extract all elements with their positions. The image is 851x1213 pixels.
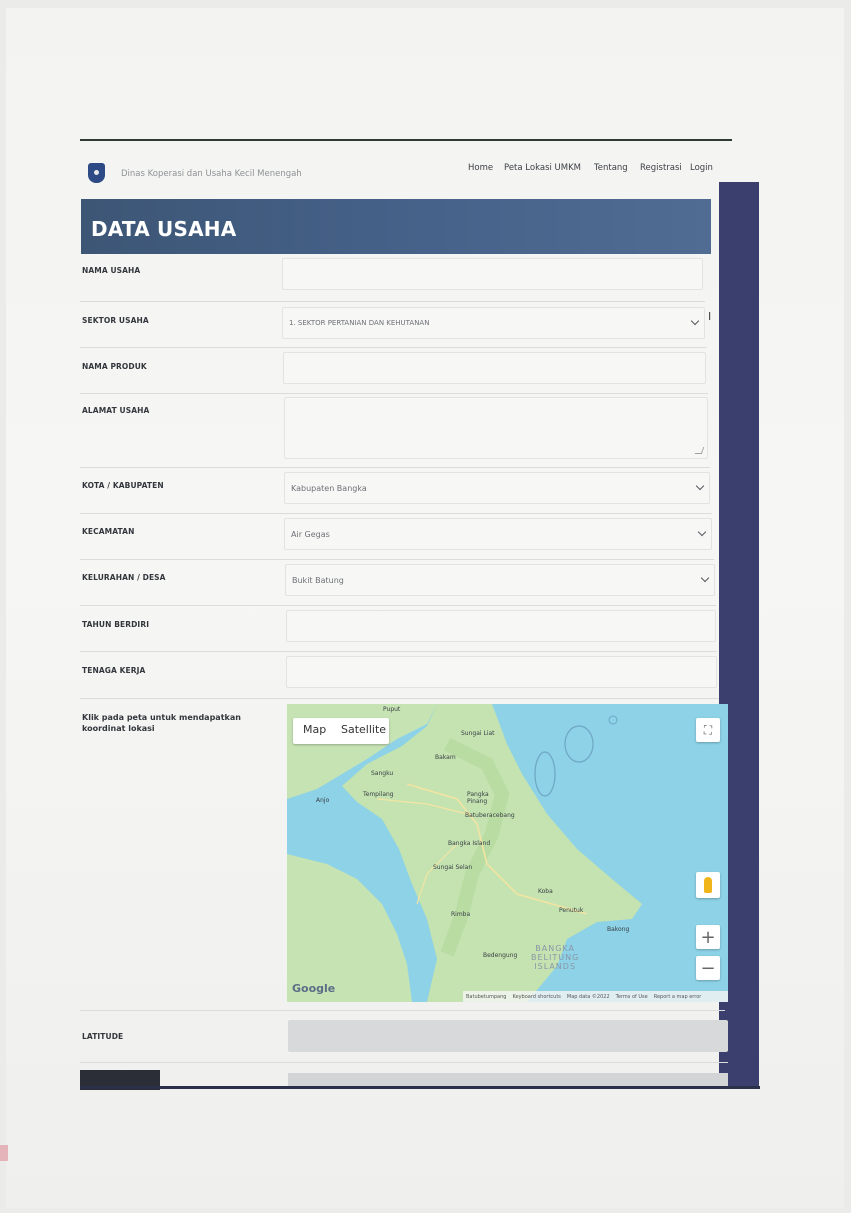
row-divider bbox=[80, 559, 714, 560]
map-place-label: Bedengung bbox=[483, 952, 518, 959]
chevron-down-icon bbox=[700, 573, 710, 583]
map-place-label: Bakong bbox=[607, 926, 630, 933]
sektor-usaha-value: 1. SEKTOR PERTANIAN DAN KEHUTANAN bbox=[289, 319, 430, 327]
row-divider bbox=[80, 393, 708, 394]
map-place-label: Bangka Island bbox=[448, 840, 491, 847]
map-place-label: Batuberacebang bbox=[465, 812, 515, 819]
nav-peta-lokasi[interactable]: Peta Lokasi UMKM bbox=[504, 163, 581, 173]
row-divider bbox=[80, 513, 712, 514]
nama-produk-input[interactable] bbox=[283, 352, 706, 384]
tahun-berdiri-input[interactable] bbox=[286, 610, 716, 642]
org-logo-icon[interactable] bbox=[88, 163, 105, 183]
page-top-border bbox=[80, 139, 732, 141]
street-view-pegman-icon[interactable] bbox=[696, 872, 720, 898]
map-data-attribution: Map data ©2022 bbox=[566, 993, 610, 1000]
org-name[interactable]: Dinas Koperasi dan Usaha Kecil Menengah bbox=[121, 169, 302, 179]
alamat-usaha-label: ALAMAT USAHA bbox=[82, 406, 150, 415]
nama-usaha-label: NAMA USAHA bbox=[82, 266, 141, 275]
google-logo[interactable]: Google bbox=[292, 982, 335, 995]
page-title: DATA USAHA bbox=[91, 217, 237, 241]
map-place-label: Sungai Liat bbox=[461, 730, 495, 737]
row-divider bbox=[80, 301, 705, 302]
page-header-banner: DATA USAHA bbox=[81, 199, 711, 254]
tenaga-kerja-input[interactable] bbox=[286, 656, 717, 688]
top-nav: Home Peta Lokasi UMKM Tentang Registrasi… bbox=[468, 163, 718, 177]
map-place-label: Koba bbox=[538, 888, 553, 895]
kota-select[interactable]: Kabupaten Bangka bbox=[284, 472, 710, 504]
map-place-label: Sungai Selan bbox=[433, 864, 473, 871]
tenaga-kerja-label: TENAGA KERJA bbox=[82, 666, 146, 675]
resize-handle-icon[interactable] bbox=[694, 447, 705, 454]
map-region-label: BANGKA BELITUNG ISLANDS bbox=[531, 944, 580, 971]
map-type-control: Map Satellite bbox=[293, 718, 389, 744]
fullscreen-icon[interactable]: ⛶ bbox=[696, 718, 720, 742]
row-divider bbox=[80, 1010, 725, 1011]
kecamatan-value: Air Gegas bbox=[291, 529, 330, 539]
map-place-label: Rimba bbox=[451, 911, 471, 918]
map-footer: Batubetumpang Keyboard shortcuts Map dat… bbox=[463, 991, 728, 1002]
nav-home[interactable]: Home bbox=[468, 163, 493, 173]
latitude-label: LATITUDE bbox=[82, 1032, 124, 1041]
map-place-label: Puput bbox=[383, 706, 401, 713]
sektor-usaha-label: SEKTOR USAHA bbox=[82, 316, 149, 325]
keyboard-shortcuts-link[interactable]: Keyboard shortcuts bbox=[512, 994, 560, 1000]
location-map[interactable]: Map Satellite ⛶ + − Puput Sungai Liat Ba… bbox=[287, 704, 728, 1002]
nama-produk-label: NAMA PRODUK bbox=[82, 362, 147, 371]
map-place-label: Penutuk bbox=[559, 907, 584, 914]
chevron-down-icon bbox=[695, 481, 705, 491]
kelurahan-select[interactable]: Bukit Batung bbox=[285, 564, 715, 596]
map-type-satellite-button[interactable]: Satellite bbox=[341, 723, 386, 736]
kelurahan-label: KELURAHAN / DESA bbox=[82, 573, 166, 582]
row-divider bbox=[80, 651, 717, 652]
kota-value: Kabupaten Bangka bbox=[291, 483, 367, 493]
terms-of-use-link[interactable]: Terms of Use bbox=[616, 994, 648, 1000]
map-place-label: Pangka Pinang bbox=[467, 791, 489, 805]
text-cursor-icon: I bbox=[708, 310, 712, 323]
kecamatan-select[interactable]: Air Gegas bbox=[284, 518, 712, 550]
chevron-down-icon bbox=[697, 527, 707, 537]
nav-login[interactable]: Login bbox=[690, 163, 713, 173]
alamat-usaha-textarea[interactable] bbox=[284, 397, 708, 459]
nav-registrasi[interactable]: Registrasi bbox=[640, 163, 682, 173]
row-divider bbox=[80, 605, 716, 606]
tahun-berdiri-label: TAHUN BERDIRI bbox=[82, 620, 150, 629]
chevron-down-icon bbox=[690, 316, 700, 326]
kota-label: KOTA / KABUPATEN bbox=[82, 481, 164, 490]
nama-usaha-input[interactable] bbox=[282, 258, 703, 290]
map-place-label: Tempilang bbox=[363, 791, 394, 798]
map-place-label: Sangku bbox=[371, 770, 394, 777]
kecamatan-label: KECAMATAN bbox=[82, 527, 135, 536]
map-place-label: Bakam bbox=[435, 754, 456, 761]
zoom-in-button[interactable]: + bbox=[696, 925, 720, 949]
longitude-input-partial[interactable] bbox=[288, 1073, 728, 1086]
row-divider bbox=[80, 1062, 728, 1063]
map-place-label: Anjo bbox=[316, 797, 330, 804]
page-bottom-border bbox=[80, 1086, 760, 1089]
row-divider bbox=[80, 347, 707, 348]
latitude-input[interactable] bbox=[288, 1020, 728, 1052]
report-map-error-link[interactable]: Report a map error bbox=[654, 994, 702, 1000]
zoom-out-button[interactable]: − bbox=[696, 956, 720, 980]
kelurahan-value: Bukit Batung bbox=[292, 575, 344, 585]
nav-tentang[interactable]: Tentang bbox=[594, 163, 628, 173]
map-footer-place: Batubetumpang bbox=[466, 993, 507, 1000]
map-instruction: Klik pada peta untuk mendapatkan koordin… bbox=[82, 713, 241, 733]
row-divider bbox=[80, 698, 719, 699]
edge-mark bbox=[0, 1145, 8, 1161]
row-divider bbox=[80, 467, 710, 468]
map-type-map-button[interactable]: Map bbox=[303, 723, 326, 736]
sektor-usaha-select[interactable]: 1. SEKTOR PERTANIAN DAN KEHUTANAN bbox=[282, 307, 705, 339]
